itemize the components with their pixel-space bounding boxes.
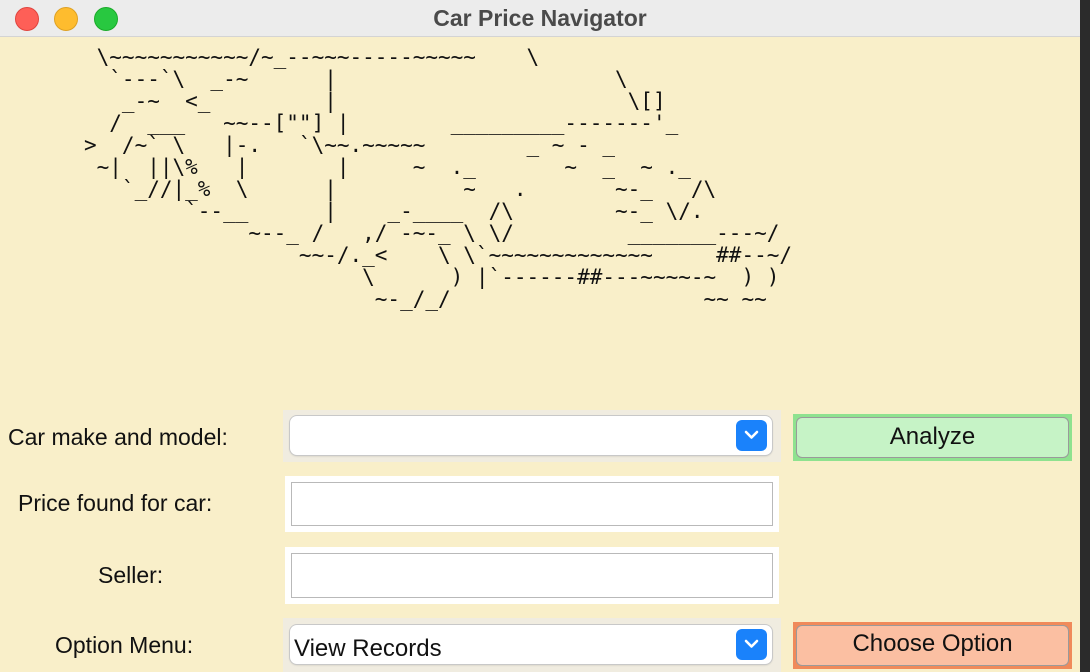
choose-option-button-frame: Choose Option <box>793 622 1072 669</box>
choose-option-button[interactable]: Choose Option <box>796 625 1069 666</box>
seller-label: Seller: <box>98 562 164 588</box>
price-panel <box>285 476 779 532</box>
option-menu-label: Option Menu: <box>55 632 194 658</box>
seller-panel <box>285 547 779 604</box>
window-title: Car Price Navigator <box>433 5 647 31</box>
analyze-button[interactable]: Analyze <box>796 417 1069 458</box>
make-model-panel <box>283 410 781 462</box>
chevron-down-icon[interactable] <box>736 629 767 660</box>
car-ascii-art: \~~~~~~~~~~~/~_--~~~-----~~~~~ \ `---`\ … <box>84 45 793 311</box>
option-menu-value: View Records <box>294 635 442 662</box>
price-label: Price found for car: <box>18 490 213 516</box>
make-model-label: Car make and model: <box>8 424 228 450</box>
app-window: Car Price Navigator \~~~~~~~~~~~/~_--~~~… <box>0 0 1080 672</box>
option-menu-dropdown[interactable]: View Records <box>290 625 772 664</box>
analyze-button-frame: Analyze <box>793 414 1072 461</box>
seller-input[interactable] <box>291 553 773 598</box>
make-model-dropdown[interactable] <box>290 416 772 455</box>
title-bar[interactable]: Car Price Navigator <box>0 0 1080 37</box>
option-menu-panel: View Records <box>283 618 781 672</box>
chevron-down-icon[interactable] <box>736 420 767 451</box>
price-input[interactable] <box>291 482 773 526</box>
